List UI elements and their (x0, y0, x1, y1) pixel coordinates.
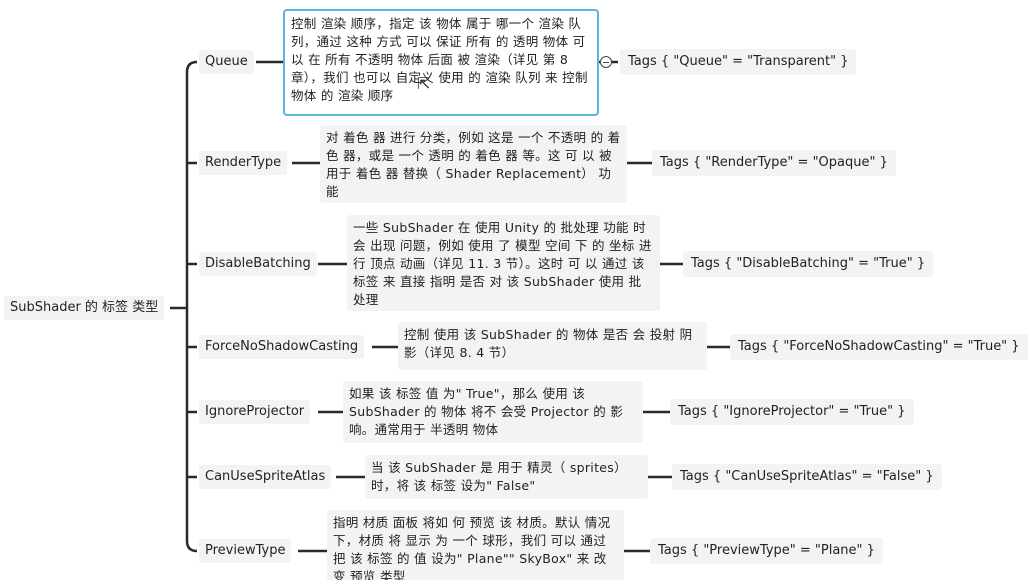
tag-canusespriteatlas[interactable]: Tags { "CanUseSpriteAtlas" = "False" } (672, 464, 942, 490)
tag-queue[interactable]: Tags { "Queue" = "Transparent" } (620, 49, 857, 75)
mind-map-canvas: SubShader 的 标签 类型 Queue 控制 渲染 顺序，指定 该 物体… (0, 0, 1030, 580)
branch-canusespriteatlas[interactable]: CanUseSpriteAtlas (199, 465, 332, 489)
desc-ignoreprojector[interactable]: 如果 该 标签 值 为" True"，那么 使用 该 SubShader 的 物… (343, 381, 643, 443)
desc-forcenoshadowcasting[interactable]: 控制 使用 该 SubShader 的 物体 是否 会 投射 阴影（详见 8. … (398, 322, 707, 370)
tag-disablebatching[interactable]: Tags { "DisableBatching" = "True" } (683, 251, 934, 277)
tag-ignoreprojector[interactable]: Tags { "IgnoreProjector" = "True" } (670, 399, 914, 425)
mouse-cursor-icon: ⇱ (417, 74, 431, 93)
desc-disablebatching[interactable]: 一些 SubShader 在 使用 Unity 的 批处理 功能 时会 出现 问… (347, 215, 660, 311)
collapse-toggle-icon[interactable] (600, 56, 612, 68)
tag-forcenoshadowcasting[interactable]: Tags { "ForceNoShadowCasting" = "True" } (730, 334, 1028, 360)
tag-previewtype[interactable]: Tags { "PreviewType" = "Plane" } (650, 538, 883, 564)
branch-ignoreprojector[interactable]: IgnoreProjector (199, 400, 311, 424)
desc-previewtype[interactable]: 指明 材质 面板 将如 何 预览 该 材质。默认 情况下，材质 将 显示 为 一… (327, 510, 624, 580)
desc-rendertype[interactable]: 对 着色 器 进行 分类，例如 这是 一个 不透明 的 着色 器，或是 一个 透… (320, 125, 627, 203)
branch-rendertype[interactable]: RenderType (199, 151, 288, 175)
desc-canusespriteatlas[interactable]: 当 该 SubShader 是 用于 精灵（ sprites） 时，将 该 标签… (365, 455, 648, 499)
root-node[interactable]: SubShader 的 标签 类型 (4, 296, 165, 320)
branch-forcenoshadowcasting[interactable]: ForceNoShadowCasting (199, 335, 365, 359)
tag-rendertype[interactable]: Tags { "RenderType" = "Opaque" } (652, 150, 896, 176)
branch-disablebatching[interactable]: DisableBatching (199, 252, 317, 276)
branch-queue[interactable]: Queue (199, 50, 254, 74)
desc-queue[interactable]: 控制 渲染 顺序，指定 该 物体 属于 哪一个 渲染 队列，通过 这种 方式 可… (283, 9, 599, 116)
branch-previewtype[interactable]: PreviewType (199, 539, 292, 563)
